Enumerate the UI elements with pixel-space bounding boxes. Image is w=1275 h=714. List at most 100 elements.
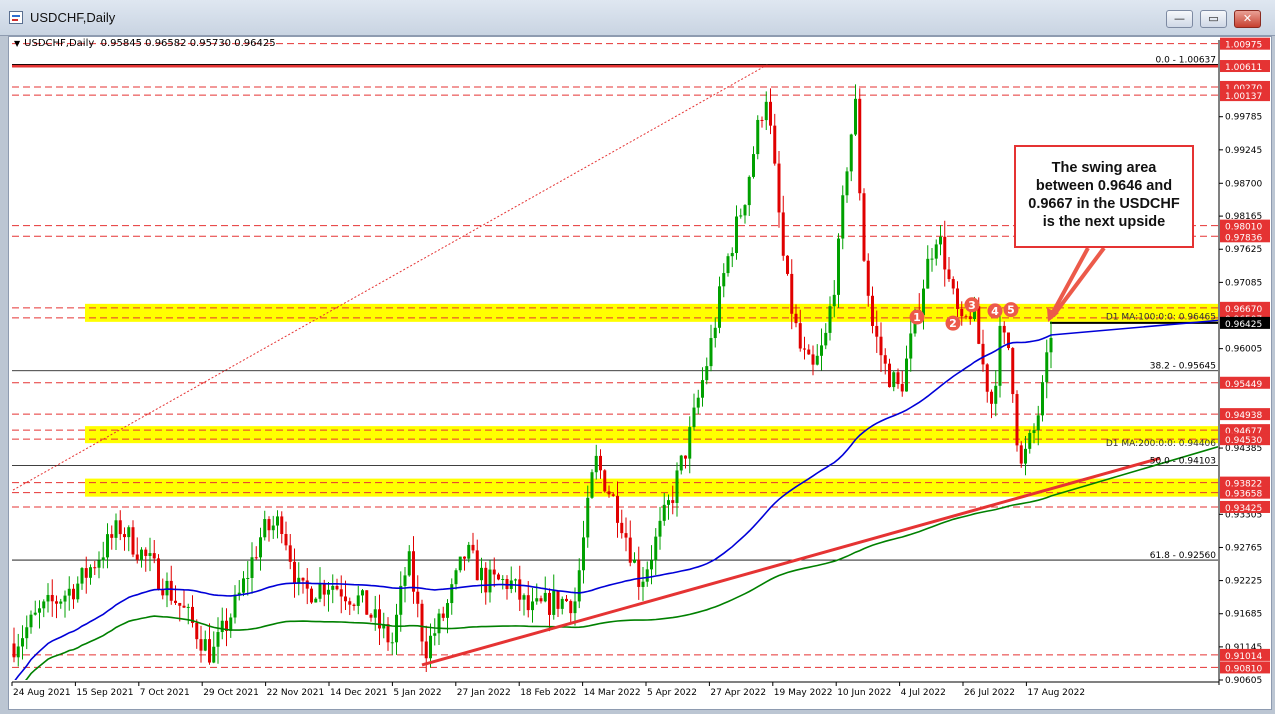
price-axis-label: 0.99245 [1225,146,1262,156]
callout-line: The swing area [1051,160,1157,176]
bull-candle [939,236,942,245]
bear-candle [267,519,271,531]
bear-candle [548,592,551,615]
bear-candle [518,579,522,600]
price-axis-label: 0.98700 [1225,179,1262,189]
price-chart[interactable]: 1 23 4 5 0.0 - 1.00637 38.2 - 0.95645 50.0 - 0… [0,0,1275,714]
bear-candle [157,558,160,590]
bear-candle [441,613,445,618]
bull-candle [216,632,220,647]
fib-level-label: 50.0 - 0.94103 [1150,456,1216,466]
bull-candle [395,614,398,643]
price-level-tag-label: 1.00137 [1225,92,1262,102]
bear-candle [348,601,352,605]
bull-candle [692,407,696,428]
fib-level-label: 0.0 - 1.00637 [1156,55,1217,65]
bear-candle [497,574,500,580]
bull-candle [63,595,67,602]
callout-line: 0.9667 in the USDCHF [1028,196,1180,212]
bear-candle [195,622,199,640]
bear-candle [607,491,611,495]
swing-marker-label: 1 [913,311,921,324]
price-level-tag-label: 0.97836 [1225,233,1262,243]
price-level-tag-label: 0.91014 [1225,652,1262,662]
bull-candle [263,519,267,538]
bear-candle [671,500,675,503]
bull-candle [828,306,832,333]
bear-candle [386,624,390,643]
collapse-triangle-icon[interactable]: ▼ [14,39,20,48]
bull-candle [747,176,751,206]
bear-candle [416,591,420,604]
time-axis-label: 19 May 2022 [774,688,833,698]
bull-candle [752,154,755,177]
bull-candle [454,570,458,585]
bear-candle [858,98,862,194]
bull-candle [1041,382,1044,416]
bull-candle [594,455,598,473]
bull-candle [97,560,101,568]
bull-candle [259,537,262,558]
bull-candle [101,557,105,561]
bear-candle [526,595,530,611]
symbol-name: USDCHF,Daily [24,38,95,49]
bear-candle [798,323,802,349]
bull-candle [467,544,471,559]
bull-candle [909,333,913,359]
bull-candle [688,427,692,459]
bull-candle [522,595,526,600]
bull-candle [658,520,662,537]
bull-candle [998,325,1002,386]
swing-marker-label: 3 [968,299,976,312]
bear-candle [123,534,126,538]
bear-candle [352,604,356,606]
highlight-zone [85,478,1218,497]
bear-candle [72,588,75,600]
bull-candle [820,345,823,356]
bull-candle [186,606,190,608]
bear-candle [84,568,88,578]
bear-candle [977,306,981,344]
bull-candle [429,635,432,659]
bull-candle [696,397,700,408]
price-level-tag-label: 0.93425 [1225,504,1262,514]
bear-candle [152,553,156,559]
bull-candle [560,598,564,609]
bear-candle [879,336,883,356]
bull-candle [361,590,364,596]
swing-marker-label: 5 [1007,304,1015,317]
bull-candle [148,553,152,556]
bull-candle [709,338,713,367]
bull-candle [849,134,853,172]
bull-candle [854,98,857,135]
bear-candle [624,533,628,538]
bull-candle [841,195,845,239]
bear-candle [135,554,139,560]
bear-candle [781,212,785,256]
highlight-zone [85,426,1218,444]
bull-candle [930,258,934,260]
bear-candle [55,601,58,604]
bull-candle [67,588,71,596]
bull-candle [403,575,407,586]
bear-candle [790,273,794,314]
bear-candle [964,316,968,318]
bear-candle [565,598,568,602]
bull-candle [501,579,505,581]
bear-candle [773,125,777,164]
bull-candle [242,578,245,593]
bull-candle [1049,337,1053,353]
bear-candle [174,600,177,603]
bull-candle [934,244,938,259]
bear-candle [475,550,479,581]
bear-candle [322,583,326,595]
bull-candle [633,559,636,563]
bull-candle [38,608,41,613]
bull-candle [730,253,734,257]
bull-candle [250,557,254,578]
plot-area: 1 23 4 5 [12,43,1218,680]
bear-candle [599,455,602,471]
bear-candle [875,325,879,337]
bear-candle [947,269,951,280]
bull-candle [59,601,63,604]
